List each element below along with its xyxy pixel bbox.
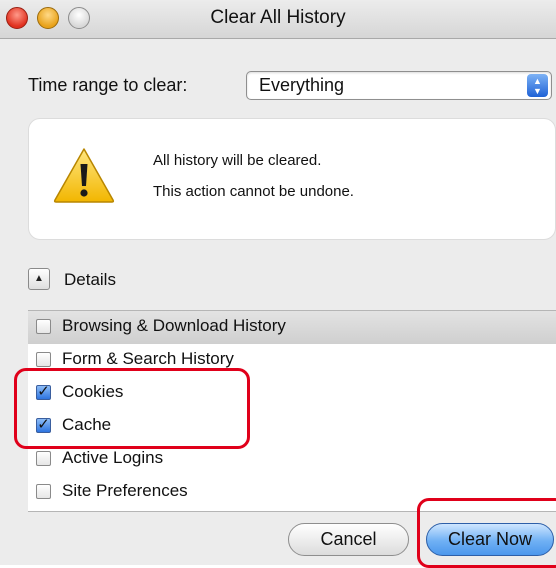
clear-history-dialog: Clear All History Time range to clear: E… xyxy=(0,0,556,568)
checkbox[interactable] xyxy=(36,484,51,499)
time-range-select[interactable]: Everything ▲ ▼ xyxy=(246,71,552,100)
list-item-label: Active Logins xyxy=(62,448,164,467)
list-item-form-search-history[interactable]: Form & Search History xyxy=(28,344,556,377)
list-item-site-preferences[interactable]: Site Preferences xyxy=(28,476,556,509)
list-item-label: Cookies xyxy=(62,382,124,401)
time-range-label: Time range to clear: xyxy=(28,75,188,95)
checkbox-checked[interactable]: ✓ xyxy=(36,384,51,400)
clear-now-button[interactable]: Clear Now xyxy=(426,523,554,556)
select-arrows-icon: ▲ ▼ xyxy=(527,74,548,97)
history-items-list: Browsing & Download History Form & Searc… xyxy=(28,310,556,512)
list-item-cookies[interactable]: ✓ Cookies xyxy=(28,377,556,410)
checkbox[interactable] xyxy=(36,451,51,466)
cancel-button[interactable]: Cancel xyxy=(288,523,409,556)
checkbox[interactable] xyxy=(36,319,51,334)
window-title: Clear All History xyxy=(210,7,346,28)
list-item-browsing-download-history[interactable]: Browsing & Download History xyxy=(28,311,556,344)
checkbox[interactable] xyxy=(36,352,51,367)
list-item-label: Form & Search History xyxy=(62,349,234,368)
time-range-value: Everything xyxy=(259,75,345,95)
list-item-active-logins[interactable]: Active Logins xyxy=(28,443,556,476)
details-label: Details xyxy=(64,270,116,289)
title-bar: Clear All History xyxy=(0,0,556,39)
triangle-up-icon: ▲ xyxy=(34,273,44,284)
list-item-label: Cache xyxy=(62,415,112,434)
warning-message-line1: All history will be cleared. xyxy=(153,152,322,169)
details-toggle-button[interactable]: ▲ xyxy=(28,268,50,290)
warning-icon xyxy=(53,148,115,203)
checkbox-checked[interactable]: ✓ xyxy=(36,417,51,433)
list-item-label: Site Preferences xyxy=(62,481,188,500)
list-item-label: Browsing & Download History xyxy=(62,316,286,335)
list-item-cache[interactable]: ✓ Cache xyxy=(28,410,556,443)
warning-message-line2: This action cannot be undone. xyxy=(153,183,354,200)
warning-panel: All history will be cleared. This action… xyxy=(28,118,556,240)
